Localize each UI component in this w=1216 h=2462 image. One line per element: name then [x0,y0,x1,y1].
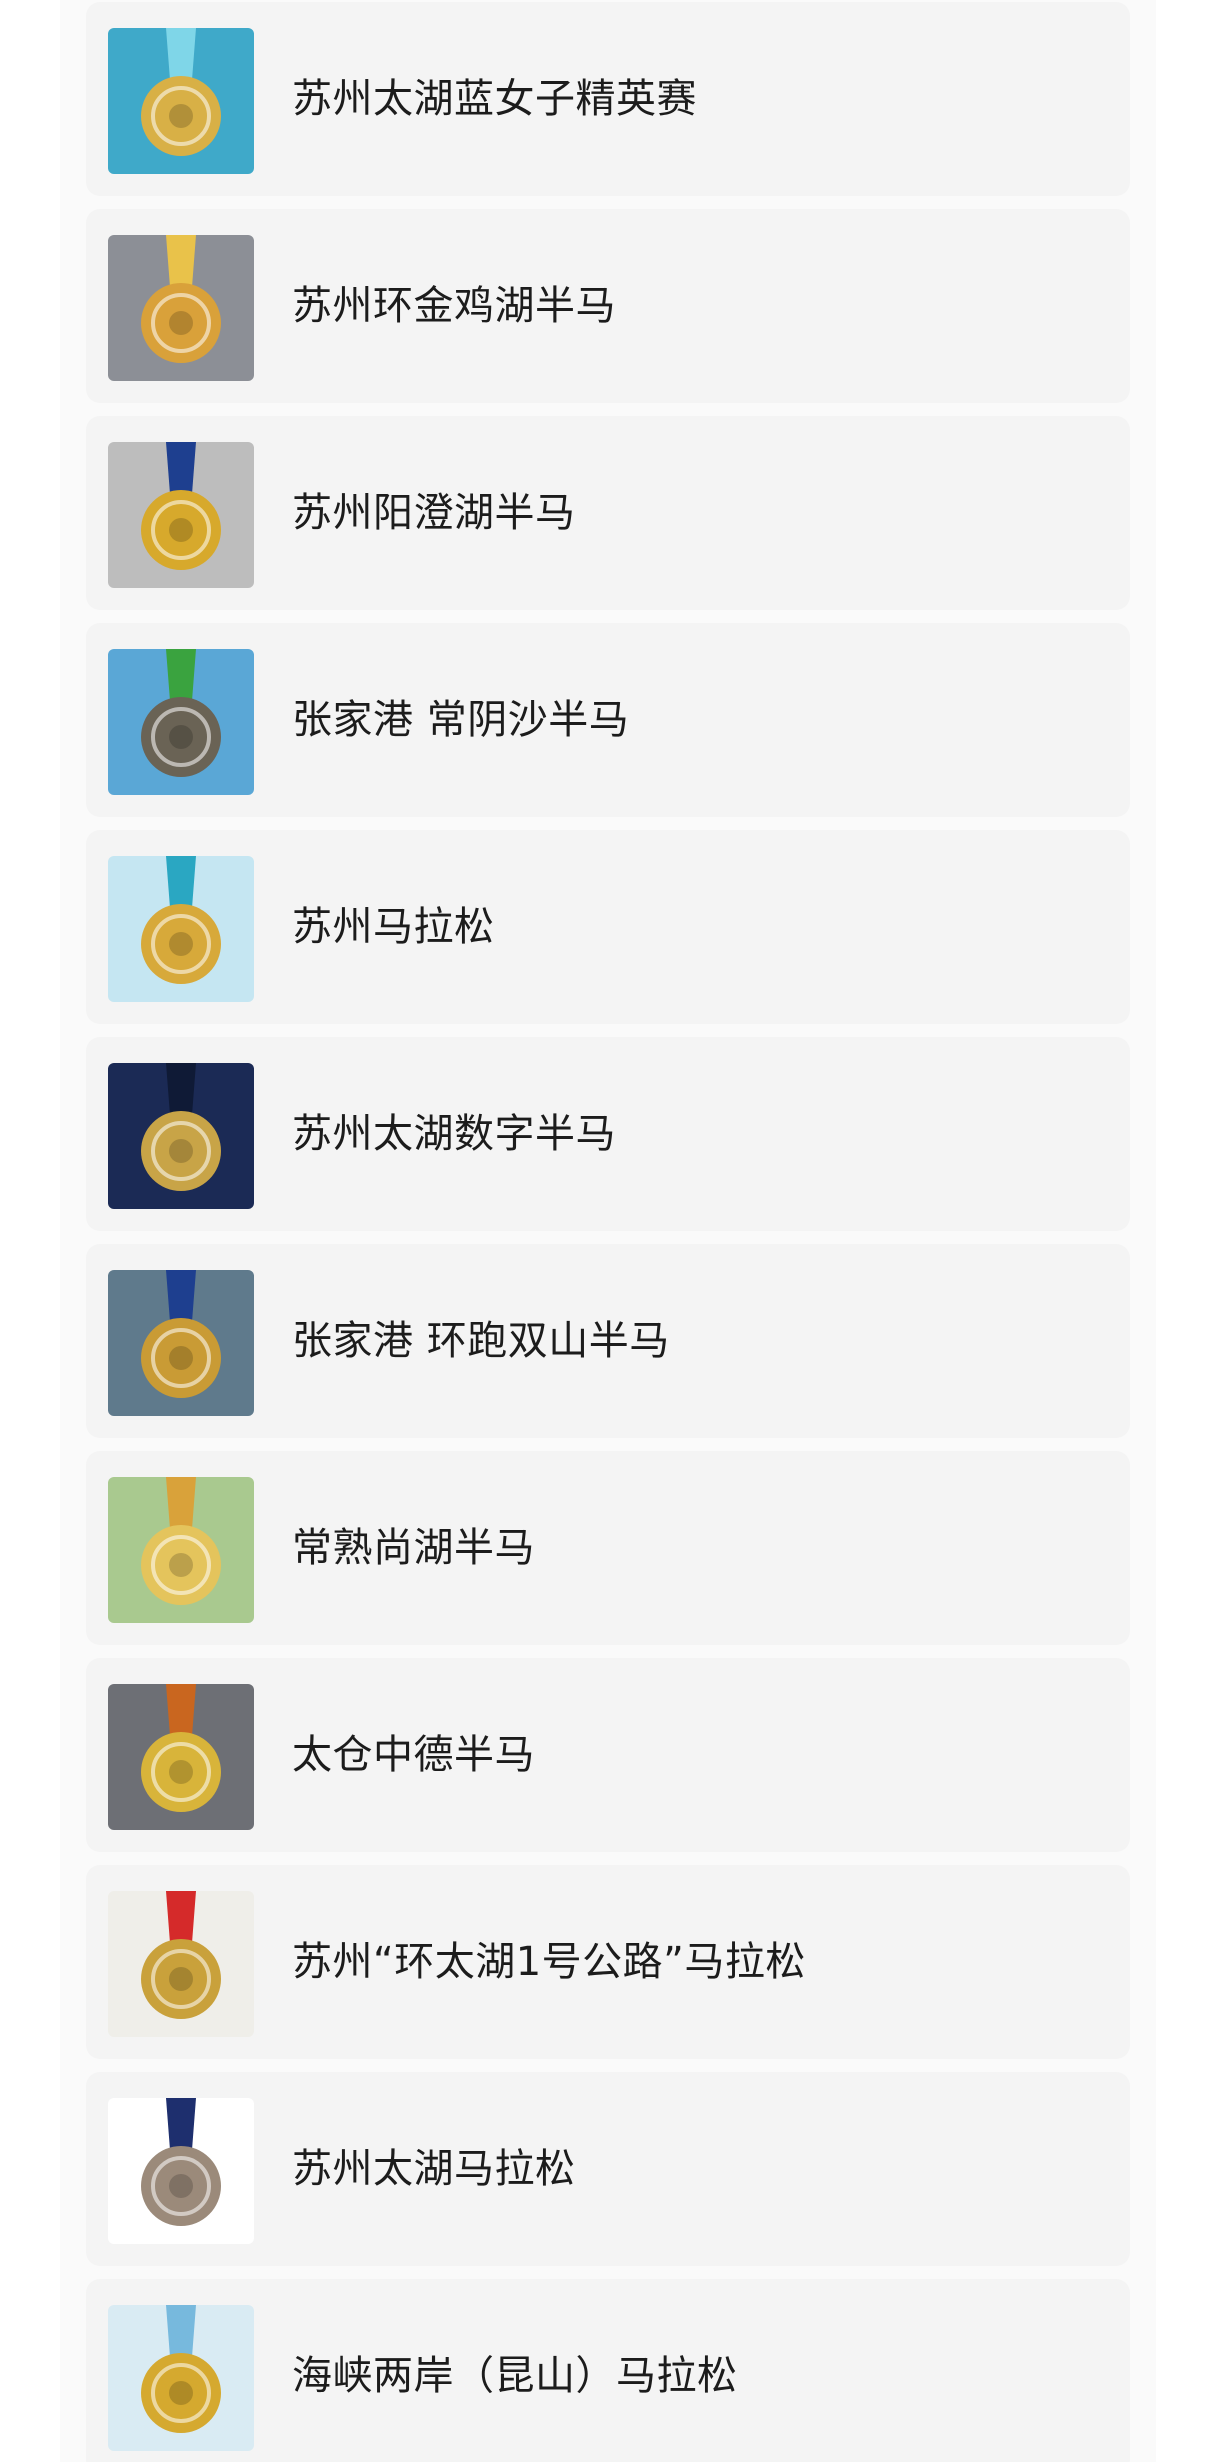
medal-thumbnail [108,856,254,1002]
race-list-item[interactable]: 苏州太湖马拉松 [86,2072,1130,2266]
medal-thumbnail [108,649,254,795]
medal-icon [108,28,254,174]
race-list-item[interactable]: 太仓中德半马 [86,1658,1130,1852]
race-title: 苏州“环太湖1号公路”马拉松 [292,1939,806,1985]
race-title: 苏州太湖蓝女子精英赛 [292,76,697,122]
medal-icon [108,2305,254,2451]
race-list-item[interactable]: 苏州“环太湖1号公路”马拉松 [86,1865,1130,2059]
medal-thumbnail [108,1477,254,1623]
medal-icon [108,235,254,381]
medal-icon [108,2098,254,2244]
medal-thumbnail [108,1684,254,1830]
race-title: 常熟尚湖半马 [292,1525,535,1571]
medal-icon [108,1891,254,2037]
race-title: 张家港 常阴沙半马 [292,697,630,743]
medal-icon [108,442,254,588]
race-list-item[interactable]: 苏州太湖蓝女子精英赛 [86,2,1130,196]
medal-thumbnail [108,2305,254,2451]
race-list-item[interactable]: 苏州马拉松 [86,830,1130,1024]
race-list-page: 苏州太湖蓝女子精英赛 苏州环金鸡湖半马 苏州阳澄湖半马张家港 常阴沙半马 苏州马拉松苏… [0,0,1216,2462]
race-list-item[interactable]: 海峡两岸（昆山）马拉松 [86,2279,1130,2462]
race-list-item[interactable]: 苏州阳澄湖半马 [86,416,1130,610]
medal-icon [108,649,254,795]
race-title: 苏州马拉松 [292,904,495,950]
race-title: 苏州太湖马拉松 [292,2146,576,2192]
race-list-item[interactable]: 苏州环金鸡湖半马 [86,209,1130,403]
medal-icon [108,1063,254,1209]
medal-icon [108,1270,254,1416]
race-title: 张家港 环跑双山半马 [292,1318,670,1364]
race-list-item[interactable]: 张家港 环跑双山半马 [86,1244,1130,1438]
race-title: 苏州太湖数字半马 [292,1111,616,1157]
medal-thumbnail [108,2098,254,2244]
medal-icon [108,856,254,1002]
race-title: 苏州阳澄湖半马 [292,490,576,536]
race-list-item[interactable]: 张家港 常阴沙半马 [86,623,1130,817]
race-title: 海峡两岸（昆山）马拉松 [292,2353,738,2399]
race-list-item[interactable]: 常熟尚湖半马 [86,1451,1130,1645]
medal-thumbnail [108,235,254,381]
medal-thumbnail [108,442,254,588]
medal-thumbnail [108,1063,254,1209]
race-list-item[interactable]: 苏州太湖数字半马 [86,1037,1130,1231]
race-title: 苏州环金鸡湖半马 [292,283,616,329]
medal-thumbnail [108,1891,254,2037]
medal-thumbnail [108,28,254,174]
medal-icon [108,1684,254,1830]
medal-thumbnail [108,1270,254,1416]
medal-icon [108,1477,254,1623]
race-title: 太仓中德半马 [292,1732,535,1778]
